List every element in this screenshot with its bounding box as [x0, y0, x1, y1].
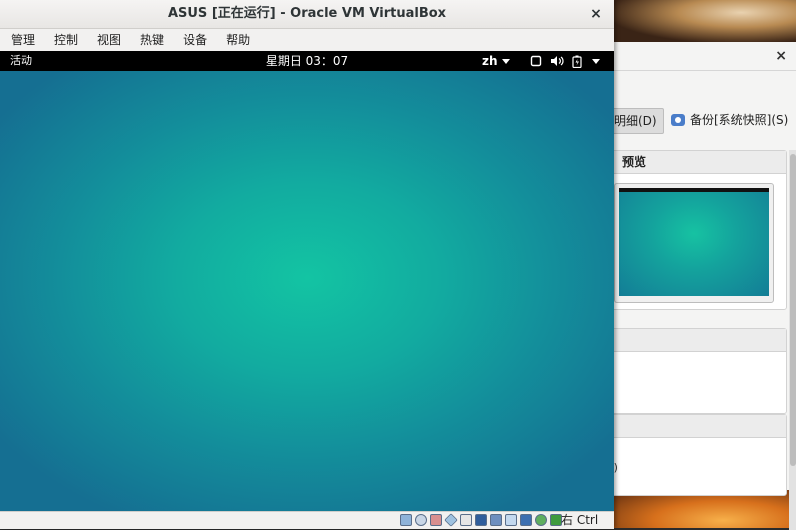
vm-menu-bar: 管理 控制 视图 热键 设备 帮助 — [0, 29, 614, 51]
virtualbox-manager-window: × 明细(D) 备份[系统快照](S) 预览 R) — [596, 42, 796, 530]
menu-help[interactable]: 帮助 — [215, 29, 258, 51]
video-capture-icon[interactable] — [505, 514, 517, 526]
system-menu-icon — [590, 58, 600, 64]
vm-title-bar[interactable]: ASUS [正在运行] - Oracle VM VirtualBox × — [0, 0, 614, 29]
menu-devices[interactable]: 设备 — [172, 29, 215, 51]
preview-header: 预览 — [608, 151, 786, 174]
vm-preview-thumbnail — [614, 183, 774, 303]
menu-control[interactable]: 控制 — [43, 29, 86, 51]
menu-manage[interactable]: 管理 — [0, 29, 43, 51]
menu-view[interactable]: 视图 — [86, 29, 129, 51]
preview-screen — [619, 192, 769, 296]
manager-close-button[interactable]: × — [775, 48, 787, 64]
menu-hotkeys[interactable]: 热键 — [129, 29, 172, 51]
details-panel-1 — [607, 328, 787, 414]
preview-panel: 预览 — [607, 150, 787, 310]
camera-icon — [671, 114, 685, 126]
guest-system-tray[interactable] — [530, 51, 600, 71]
hard-disk-icon[interactable] — [400, 514, 412, 526]
guest-top-bar: 活动 星期日 03：07 zh — [0, 51, 614, 71]
status-icons — [400, 513, 562, 527]
details-panel-2-header — [608, 415, 786, 438]
vm-window-title: ASUS [正在运行] - Oracle VM VirtualBox — [167, 6, 447, 21]
snapshots-label: 备份[系统快照](S) — [690, 113, 789, 127]
chevron-down-icon — [501, 59, 510, 64]
battery-icon — [572, 55, 582, 68]
usb-icon[interactable] — [460, 514, 472, 526]
network-icon[interactable] — [444, 513, 458, 527]
manager-scrollbar-thumb[interactable] — [790, 154, 796, 466]
host-wallpaper-top — [614, 0, 796, 42]
details-panel-2: R) — [606, 414, 787, 496]
manager-scrollbar[interactable] — [789, 150, 796, 530]
system-menu-chevron-icon — [592, 58, 600, 64]
display-icon[interactable] — [490, 514, 502, 526]
manager-title-separator — [597, 70, 796, 71]
shared-folder-icon[interactable] — [475, 514, 487, 526]
screen-icon — [530, 55, 542, 67]
snapshots-button[interactable]: 备份[系统快照](S) — [667, 108, 792, 132]
details-panel-1-header — [608, 329, 786, 352]
vm-close-button[interactable]: × — [586, 4, 606, 24]
cpu-icon[interactable] — [520, 514, 532, 526]
details-button[interactable]: 明细(D) — [609, 108, 664, 134]
input-method-indicator[interactable]: zh — [482, 51, 510, 71]
input-method-label: zh — [482, 54, 498, 68]
host-key-label: 右 Ctrl — [561, 513, 599, 527]
mouse-integration-icon[interactable] — [535, 514, 547, 526]
volume-icon — [550, 55, 564, 67]
details-label: 明细(D) — [614, 114, 657, 128]
guest-clock[interactable]: 星期日 03：07 — [0, 51, 614, 71]
guest-desktop[interactable] — [0, 71, 614, 511]
optical-drive-icon[interactable] — [415, 514, 427, 526]
vm-window: ASUS [正在运行] - Oracle VM VirtualBox × 管理 … — [0, 0, 614, 529]
audio-icon[interactable] — [430, 514, 442, 526]
vm-status-bar: 右 Ctrl — [0, 511, 614, 529]
